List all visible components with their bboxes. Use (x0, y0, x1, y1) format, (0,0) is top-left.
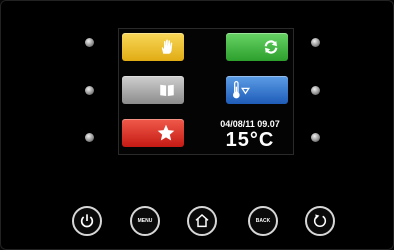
status-led-right-1 (311, 38, 320, 47)
book-icon (160, 84, 174, 96)
status-led-left-2 (85, 86, 94, 95)
back-button-label: BACK (255, 218, 271, 224)
refresh-icon (264, 40, 278, 54)
status-led-left-1 (85, 38, 94, 47)
back-button[interactable]: BACK (248, 206, 278, 236)
thermometer-icon (233, 81, 251, 99)
temperature-readout: 15°C (225, 129, 275, 151)
hand-icon (161, 39, 173, 54)
power-icon (80, 214, 94, 228)
home-button[interactable] (187, 206, 217, 236)
status-led-right-2 (311, 86, 320, 95)
display-screen: 04/08/11 09.07 15°C (118, 28, 294, 155)
hand-tile[interactable] (122, 33, 184, 61)
refresh-tile[interactable] (226, 33, 288, 61)
menu-button[interactable]: MENU (130, 206, 160, 236)
menu-button-label: MENU (137, 218, 153, 224)
favorites-tile[interactable] (122, 119, 184, 147)
refresh-icon (313, 214, 327, 227)
home-icon (195, 214, 209, 228)
refresh-button[interactable] (305, 206, 335, 236)
power-button[interactable] (72, 206, 102, 236)
book-tile[interactable] (122, 76, 184, 104)
status-led-left-3 (85, 133, 94, 142)
thermometer-tile[interactable] (226, 76, 288, 104)
status-led-right-3 (311, 133, 320, 142)
control-panel: 04/08/11 09.07 15°C MENU BACK (0, 0, 394, 250)
date-time-readout: 04/08/11 09.07 (220, 119, 280, 129)
star-icon (157, 124, 175, 141)
